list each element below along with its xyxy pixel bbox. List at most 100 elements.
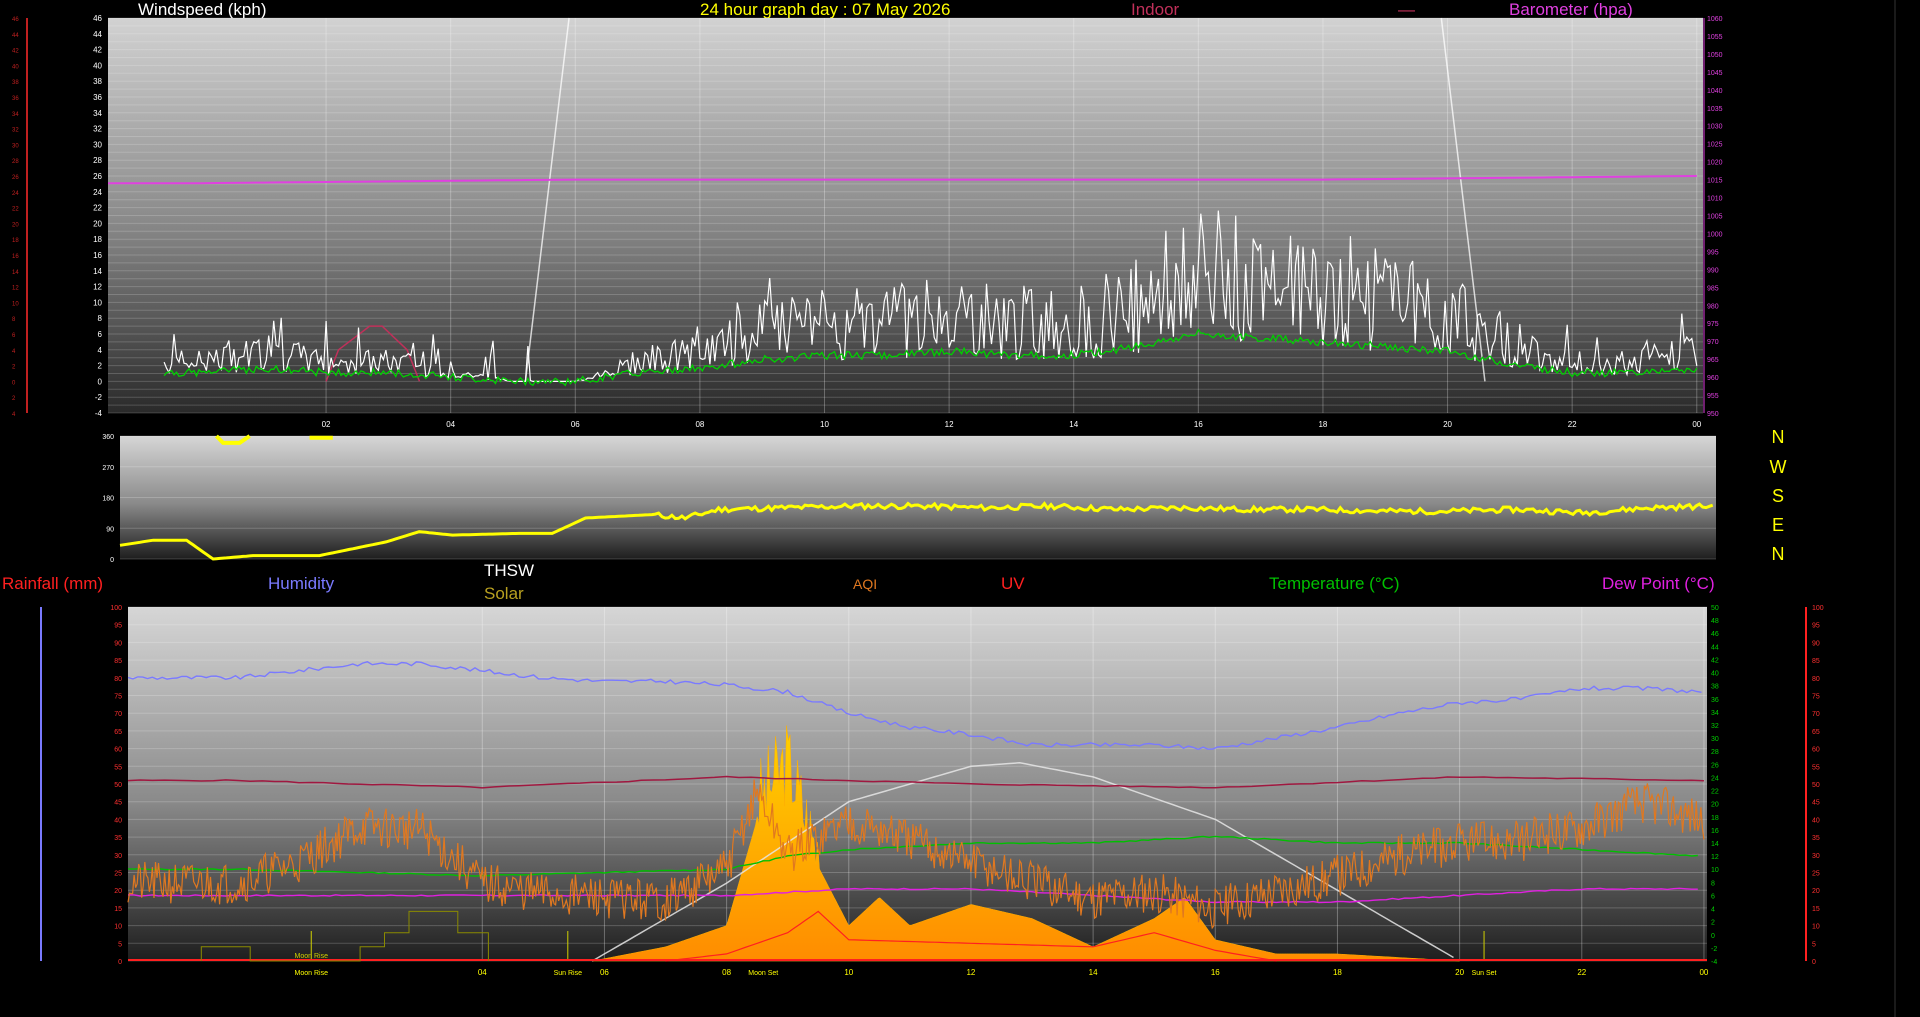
temperature-tick-label: 0: [1711, 933, 1715, 940]
x-tick-label: 20: [1455, 968, 1464, 977]
uv-tick-label: 20: [1812, 888, 1820, 895]
x-tick-label: 16: [1211, 968, 1220, 977]
uv-tick-label: 15: [1812, 906, 1820, 913]
barometer-tick-label: 1050: [1707, 52, 1723, 59]
x-tick-label: 00: [1699, 968, 1708, 977]
rain-tick-label: 28: [12, 159, 19, 165]
rain-tick-label: 22: [12, 207, 19, 213]
x-tick-label: 22: [1568, 420, 1577, 429]
y-tick-label: 20: [93, 219, 102, 228]
x-tick-label: 06: [600, 968, 609, 977]
rain-tick-label: 26: [12, 175, 19, 181]
direction-tick-label: 270: [102, 465, 114, 472]
humidity-tick-label: 30: [114, 853, 122, 860]
humidity-tick-label: 15: [114, 906, 122, 913]
uv-tick-label: 30: [1812, 853, 1820, 860]
barometer-tick-label: 1045: [1707, 70, 1723, 77]
uv-tick-label: 65: [1812, 729, 1820, 736]
x-tick-label: 18: [1318, 420, 1327, 429]
temperature-tick-label: -2: [1711, 946, 1717, 953]
temperature-tick-label: 32: [1711, 723, 1719, 730]
rain-tick-label: 4: [12, 412, 16, 418]
barometer-tick-label: 960: [1707, 375, 1719, 382]
event-label: Moon Set: [748, 970, 778, 977]
x-tick-label: 20: [1443, 420, 1452, 429]
x-tick-label: 12: [966, 968, 975, 977]
rain-tick-label: 24: [12, 191, 19, 197]
barometer-tick-label: 990: [1707, 267, 1719, 274]
y-tick-label: -2: [95, 393, 103, 402]
humidity-tick-label: 10: [114, 924, 122, 931]
y-tick-label: 28: [93, 156, 102, 165]
y-tick-label: 40: [93, 61, 102, 70]
y-tick-label: 22: [93, 204, 102, 213]
rain-tick-label: 6: [12, 333, 16, 339]
uv-tick-label: 95: [1812, 623, 1820, 630]
rain-tick-label: 42: [12, 49, 19, 55]
y-tick-label: 24: [93, 188, 102, 197]
barometer-tick-label: 1040: [1707, 88, 1723, 95]
x-tick-label: 04: [478, 968, 487, 977]
barometer-tick-label: 965: [1707, 357, 1719, 364]
x-tick-label: 14: [1089, 968, 1098, 977]
temperature-tick-label: 6: [1711, 893, 1715, 900]
rain-tick-label: 0: [12, 380, 16, 386]
y-tick-label: 14: [93, 267, 102, 276]
y-tick-label: 46: [93, 14, 102, 23]
temperature-tick-label: 8: [1711, 880, 1715, 887]
temperature-tick-label: 40: [1711, 671, 1719, 678]
rain-tick-label: 34: [12, 112, 19, 118]
temperature-tick-label: 46: [1711, 631, 1719, 638]
barometer-tick-label: 1060: [1707, 16, 1723, 23]
humidity-tick-label: 65: [114, 729, 122, 736]
x-tick-label: 22: [1577, 968, 1586, 977]
humidity-tick-label: 55: [114, 764, 122, 771]
humidity-tick-label: 80: [114, 676, 122, 683]
rain-tick-label: 14: [12, 270, 19, 276]
weather-charts: -4-2024681012141618202224262830323436384…: [12, 0, 1896, 1017]
uv-tick-label: 100: [1812, 605, 1824, 612]
humidity-tick-label: 25: [114, 871, 122, 878]
humidity-tick-label: 100: [110, 605, 122, 612]
temperature-tick-label: 48: [1711, 618, 1719, 625]
uv-tick-label: 25: [1812, 871, 1820, 878]
rain-tick-label: 40: [12, 64, 19, 70]
temperature-tick-label: 10: [1711, 867, 1719, 874]
uv-tick-label: 80: [1812, 676, 1820, 683]
temperature-tick-label: -4: [1711, 959, 1717, 966]
frame-line: [1894, 0, 1896, 1017]
y-tick-label: 18: [93, 235, 102, 244]
y-tick-label: 36: [93, 93, 102, 102]
humidity-tick-label: 0: [118, 959, 122, 966]
temperature-tick-label: 36: [1711, 697, 1719, 704]
rain-tick-label: 36: [12, 96, 19, 102]
uv-tick-label: 85: [1812, 658, 1820, 665]
x-tick-label: 16: [1194, 420, 1203, 429]
temperature-tick-label: 26: [1711, 762, 1719, 769]
direction-tick-label: 180: [102, 496, 114, 503]
event-label: Moon Rise: [295, 970, 329, 977]
rain-tick-label: 46: [12, 17, 19, 23]
rain-tick-label: 20: [12, 222, 19, 228]
humidity-tick-label: 60: [114, 747, 122, 754]
temperature-tick-label: 42: [1711, 657, 1719, 664]
humidity-tick-label: 90: [114, 640, 122, 647]
x-tick-label: 12: [945, 420, 954, 429]
humidity-tick-label: 20: [114, 888, 122, 895]
y-tick-label: 2: [98, 362, 103, 371]
barometer-tick-label: 1000: [1707, 231, 1723, 238]
uv-tick-label: 5: [1812, 941, 1816, 948]
y-tick-label: 34: [93, 109, 102, 118]
x-tick-label: 14: [1069, 420, 1078, 429]
y-tick-label: 32: [93, 125, 102, 134]
barometer-tick-label: 985: [1707, 285, 1719, 292]
rain-tick-label: 16: [12, 254, 19, 260]
humidity-tick-label: 40: [114, 817, 122, 824]
x-tick-label: 06: [571, 420, 580, 429]
temperature-tick-label: 24: [1711, 775, 1719, 782]
event-label: Sun Set: [1472, 970, 1497, 977]
y-tick-label: -4: [95, 409, 103, 418]
y-tick-label: 8: [98, 314, 103, 323]
rain-tick-label: 38: [12, 80, 19, 86]
temperature-tick-label: 2: [1711, 920, 1715, 927]
